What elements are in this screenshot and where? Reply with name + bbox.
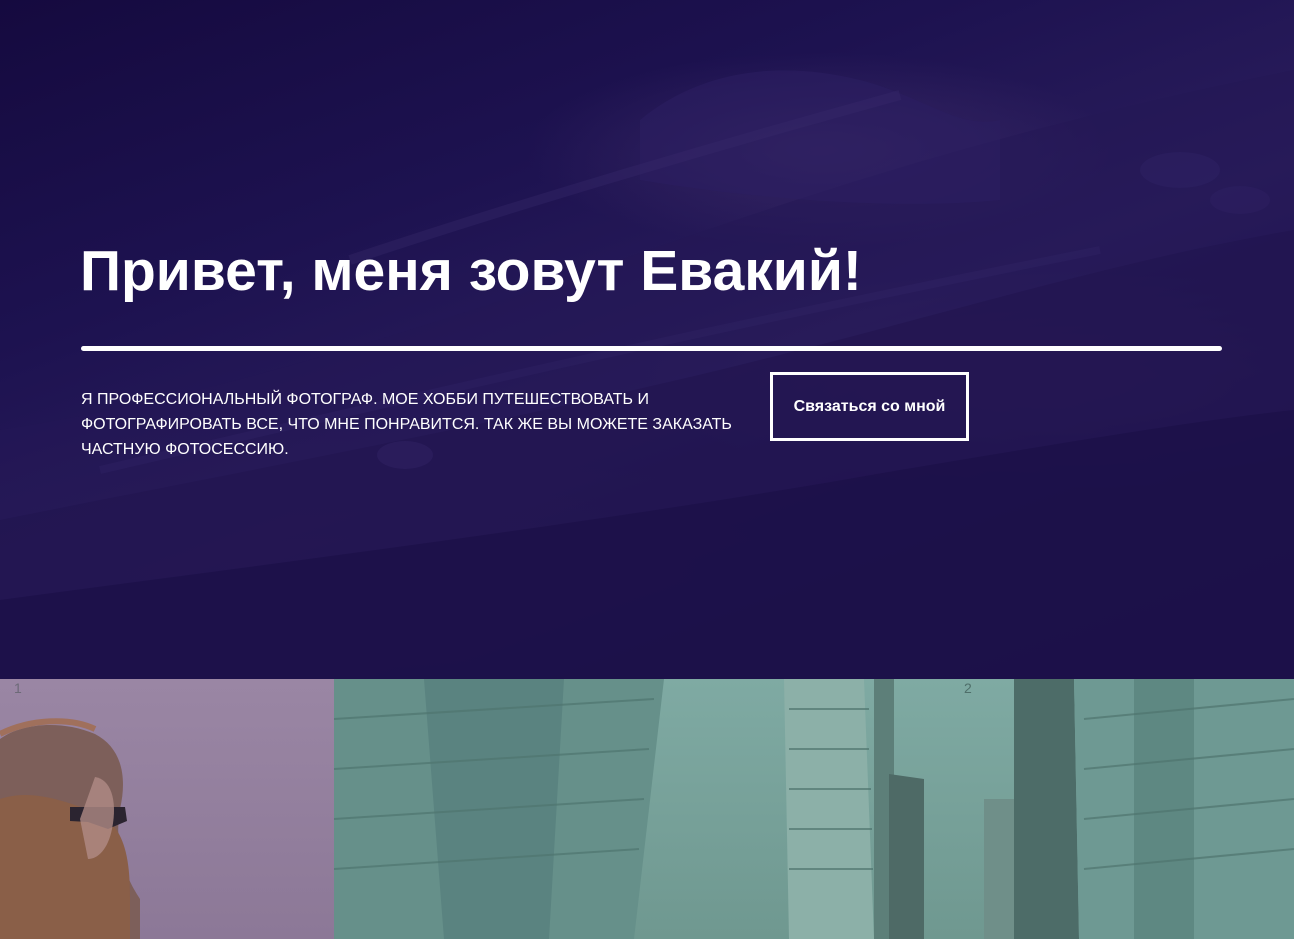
hero-divider <box>81 346 1222 351</box>
hero-title: Привет, меня зовут Евакий! <box>80 239 862 303</box>
page: Привет, меня зовут Евакий! Я профессиона… <box>0 0 1294 939</box>
gallery-section: 1 2 <box>0 679 1294 939</box>
hero-background-image <box>0 70 1294 679</box>
hero-section: Привет, меня зовут Евакий! Я профессиона… <box>0 0 1294 679</box>
hero-description: Я профессиональный фотограф. Мое хобби п… <box>81 391 732 458</box>
portrait-photo <box>0 718 140 939</box>
gallery-slide-2[interactable]: 2 <box>334 679 1294 939</box>
slide-number: 1 <box>14 680 22 696</box>
gallery-slide-1[interactable]: 1 <box>0 679 334 939</box>
city-buildings-photo <box>334 679 1294 939</box>
contact-me-button[interactable]: Связаться со мной <box>770 372 969 441</box>
slide-number: 2 <box>964 680 972 696</box>
